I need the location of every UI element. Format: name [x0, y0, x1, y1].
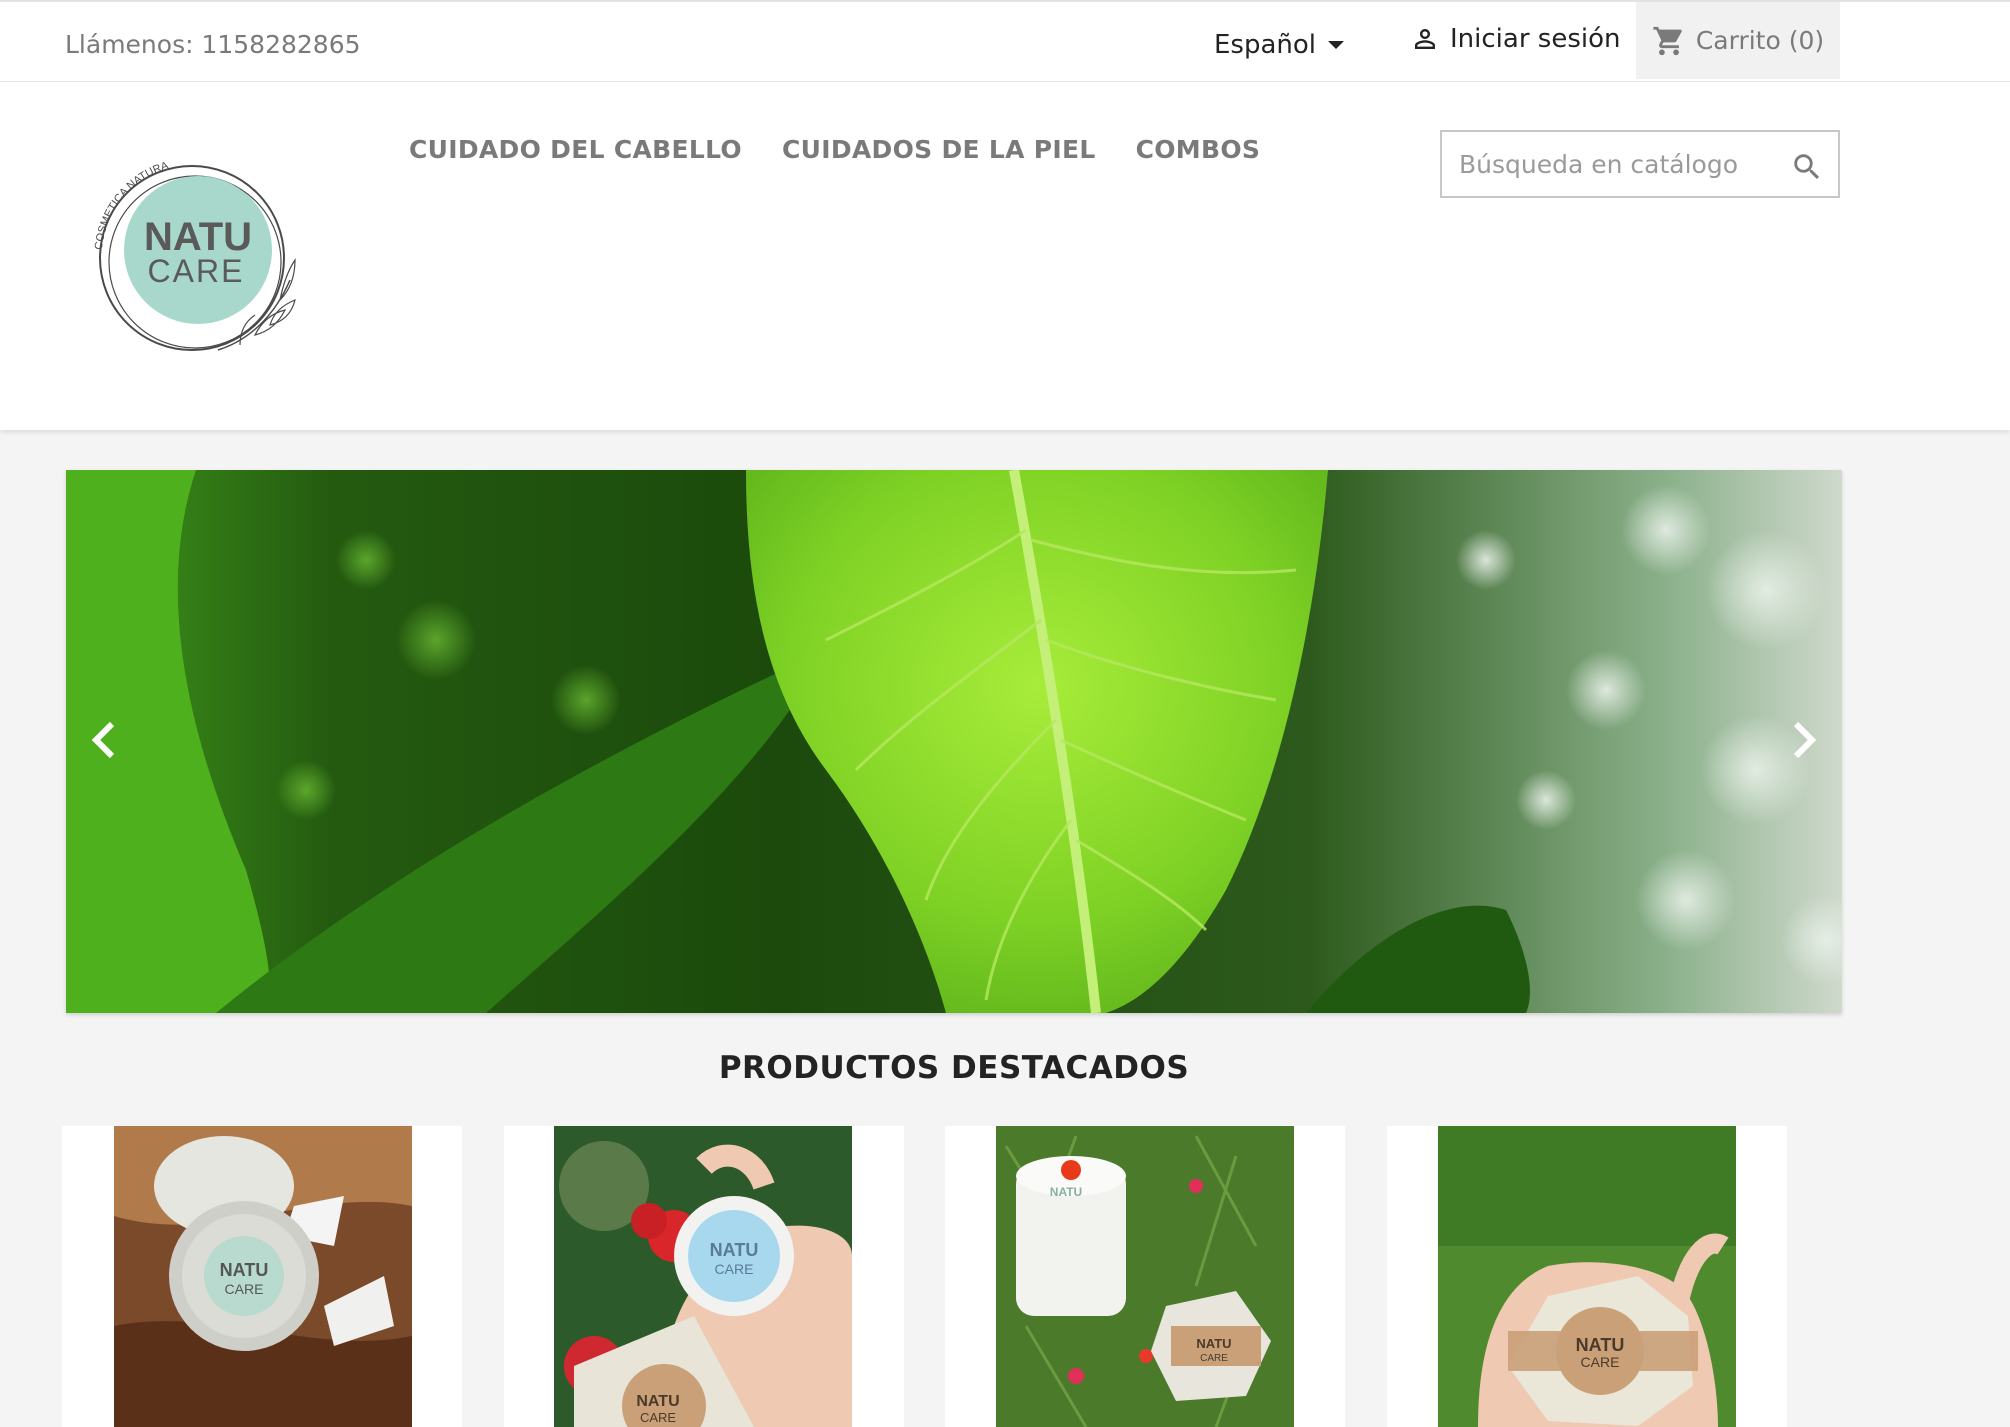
- svg-text:CARE: CARE: [225, 1281, 264, 1297]
- product-card[interactable]: NATU CARE: [62, 1126, 462, 1427]
- svg-text:CARE: CARE: [1200, 1353, 1228, 1364]
- product-image[interactable]: NATU CARE: [114, 1126, 412, 1427]
- svg-text:NATU: NATU: [1050, 1185, 1082, 1199]
- language-selector[interactable]: Español: [1214, 30, 1345, 60]
- svg-text:CARE: CARE: [640, 1410, 676, 1425]
- svg-text:NATU: NATU: [710, 1240, 759, 1260]
- svg-text:CARE: CARE: [1581, 1354, 1620, 1370]
- search-box: [1440, 130, 1840, 198]
- search-input[interactable]: [1442, 132, 1762, 196]
- shopping-cart-icon: [1653, 26, 1682, 55]
- chevron-left-icon[interactable]: [76, 710, 136, 770]
- product-image[interactable]: NATU CARE NATU CARE: [554, 1126, 852, 1427]
- menu-item-cuidado-del-cabello[interactable]: CUIDADO DEL CABELLO: [409, 135, 742, 164]
- menu-item-cuidados-de-la-piel[interactable]: CUIDADOS DE LA PIEL: [782, 135, 1096, 164]
- svg-text:CARE: CARE: [715, 1261, 754, 1277]
- svg-text:NATU: NATU: [1576, 1335, 1625, 1355]
- svg-text:NATU: NATU: [220, 1260, 269, 1280]
- product-card[interactable]: NATU CARE NATU CARE: [504, 1126, 904, 1427]
- svg-text:NATU: NATU: [636, 1393, 679, 1410]
- chevron-right-icon[interactable]: [1772, 710, 1832, 770]
- featured-products-title: PRODUCTOS DESTACADOS: [718, 1050, 1190, 1086]
- svg-text:NATU: NATU: [1196, 1336, 1231, 1351]
- hero-carousel[interactable]: [66, 470, 1842, 1013]
- caret-down-icon: [1328, 41, 1345, 49]
- language-label: Español: [1214, 30, 1317, 60]
- user-icon: [1415, 29, 1435, 49]
- top-bar: Llámenos: 1158282865 Español Iniciar ses…: [0, 0, 2010, 82]
- phone-contact: Llámenos: 1158282865: [65, 30, 361, 59]
- site-header: NATU CARE COSMETICA NATURAL CUIDADO DEL …: [0, 82, 2010, 430]
- login-label: Iniciar sesión: [1450, 24, 1621, 54]
- product-image[interactable]: NATU CARE: [1438, 1126, 1736, 1427]
- natucare-logo[interactable]: NATU CARE COSMETICA NATURAL: [80, 150, 310, 370]
- login-link[interactable]: Iniciar sesión: [1410, 24, 1620, 54]
- product-card[interactable]: NATU CARE: [1387, 1126, 1787, 1427]
- product-card[interactable]: NATU NATU CARE: [945, 1126, 1345, 1427]
- product-image[interactable]: NATU NATU CARE: [996, 1126, 1294, 1427]
- leaf-banner-image: [66, 470, 1842, 1013]
- menu-item-combos[interactable]: COMBOS: [1136, 135, 1261, 164]
- logo-text-bottom: CARE: [148, 253, 245, 289]
- search-icon[interactable]: [1790, 150, 1824, 184]
- main-menu: CUIDADO DEL CABELLO CUIDADOS DE LA PIEL …: [409, 135, 1260, 164]
- cart-label: Carrito (0): [1695, 26, 1825, 55]
- cart-button[interactable]: Carrito (0): [1636, 2, 1840, 79]
